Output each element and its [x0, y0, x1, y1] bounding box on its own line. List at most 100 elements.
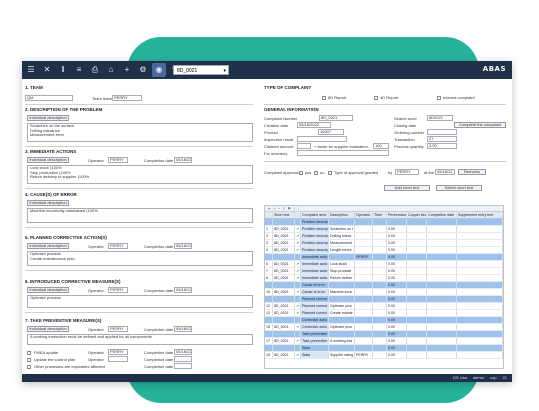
fmea-checkbox[interactable]: [27, 351, 31, 355]
approved-by-field[interactable]: PERRY: [395, 169, 419, 175]
other-processes-date-field[interactable]: [174, 363, 192, 369]
ordering-number-field[interactable]: [427, 129, 457, 135]
planned-operator-field[interactable]: PERRY: [108, 243, 128, 249]
table-row[interactable]: 4 8D_0021 ↗ Problem descrip Length errors 0.0…: [265, 247, 503, 254]
factor-field[interactable]: 100: [373, 143, 389, 149]
table-row[interactable]: Stats 0.00: [265, 345, 503, 352]
4d-report-checkbox[interactable]: [374, 96, 378, 100]
add-short-text-button[interactable]: Add short text: [384, 185, 430, 191]
approval-yes-checkbox[interactable]: [299, 171, 303, 175]
table-row[interactable]: 2 8D_0021 ↗ Problem descrip Drilling tolera 0…: [265, 233, 503, 240]
table-cell: [427, 352, 457, 358]
cause-textarea[interactable]: Machine incorrectly maintained (100%: [27, 208, 253, 223]
8d-report-checkbox[interactable]: [322, 96, 326, 100]
planned-description-button[interactable]: Individual description: [27, 243, 69, 249]
table-add-icon[interactable]: +: [274, 206, 276, 211]
add-icon[interactable]: +: [120, 63, 134, 77]
complete-complaint-button[interactable]: Complete the complaint: [454, 122, 506, 128]
table-row[interactable]: 17 8D_0021 ↗ Take preventive A working inst 0…: [265, 338, 503, 345]
print-icon[interactable]: ⎙: [88, 63, 102, 77]
approval-no-checkbox[interactable]: [314, 171, 318, 175]
planned-textarea[interactable]: Optimize process Create maintenance plan: [27, 251, 253, 266]
table-row[interactable]: 8 8D_0021 ↗ Immediate actio Return deliver 0.…: [265, 275, 503, 282]
cause-description-button[interactable]: Individual description: [27, 200, 69, 206]
control-plan-checkbox[interactable]: [27, 358, 31, 362]
complaint-number-field[interactable]: 8D_0021: [319, 115, 353, 121]
preventive-textarea[interactable]: A working instruction must be defined an…: [27, 334, 253, 345]
table-up-icon[interactable]: ↑: [293, 206, 295, 211]
internal-complaint-checkbox[interactable]: [437, 96, 441, 100]
table-row[interactable]: 13 8D_0021 ↗ Planned correct Create mainte 0.…: [265, 310, 503, 317]
problem-textarea[interactable]: Scratches on the surface Drilling tolera…: [27, 123, 253, 142]
table-down-icon[interactable]: ↓: [297, 206, 299, 211]
transaction-field[interactable]: 27: [427, 136, 457, 142]
planned-date-field[interactable]: 05/18/22: [174, 243, 192, 249]
view-icon[interactable]: ◉: [152, 63, 166, 77]
table-delete-icon[interactable]: −: [278, 206, 280, 211]
table-row[interactable]: 15 8D_0021 ↗ Corrective actio Optimize proc 0…: [265, 324, 503, 331]
table-row[interactable]: Cause of error 0.00: [265, 282, 503, 289]
team-field[interactable]: QM: [25, 95, 73, 101]
search-word-field[interactable]: 8D0021: [427, 115, 453, 121]
process-quantity-field[interactable]: 3.00: [427, 143, 457, 149]
fmea-operator-field[interactable]: PERRY: [108, 349, 128, 355]
product-field[interactable]: 10007: [318, 129, 344, 135]
team-leader-field[interactable]: PERRY: [112, 95, 142, 101]
control-plan-date-field[interactable]: [174, 356, 192, 362]
menu-icon[interactable]: ☰: [24, 63, 38, 77]
introduced-textarea[interactable]: Optimize process: [27, 295, 253, 308]
table-cell: Stats: [301, 352, 329, 358]
claimed-amount-field[interactable]: [297, 143, 311, 149]
introduced-description-button[interactable]: Individual description: [27, 287, 69, 293]
table-row[interactable]: 19 8D_0021 ↗ Stats Supplier rating PERRY 0.00: [265, 352, 503, 359]
remarks-button[interactable]: Remarks: [458, 169, 486, 175]
control-plan-operator-field[interactable]: [108, 356, 128, 362]
preventive-date-field[interactable]: 05/18/22: [174, 326, 192, 332]
introduced-operator-field[interactable]: PERRY: [108, 287, 128, 293]
list-icon[interactable]: ≡: [72, 63, 86, 77]
status-bar: DS Usa admin usp 21: [22, 374, 512, 382]
preventive-operator-field[interactable]: PERRY: [108, 326, 128, 332]
table-row[interactable]: 10 8D_0021 ↗ Cause of error Machine incor 0.0…: [265, 289, 503, 296]
close-icon[interactable]: ✕: [40, 63, 54, 77]
table-row[interactable]: Corrective actio 0.00: [265, 317, 503, 324]
table-first-icon[interactable]: ⇤: [268, 206, 271, 211]
immediate-description-button[interactable]: Individual description: [27, 157, 69, 163]
table-row[interactable]: Planned correct 0.00: [265, 296, 503, 303]
approval-date-field[interactable]: 05/18/22: [435, 169, 455, 175]
product-label: Product: [264, 130, 278, 135]
table-row[interactable]: 1 8D_0021 ↗ Problem descrip Scratches on t 0.…: [265, 226, 503, 233]
immediate-operator-field[interactable]: PERRY: [108, 157, 128, 163]
table-filter-icon[interactable]: ⚑: [287, 206, 291, 211]
creation-date-field[interactable]: 05/18/2022: [297, 122, 331, 128]
table-cell: [427, 310, 457, 316]
table-row[interactable]: Problem descrip: [265, 219, 503, 226]
for-inventory-label: For inventory: [264, 151, 288, 156]
table-row[interactable]: 7 8D_0021 ↗ Immediate actio Stop producti 0.0…: [265, 268, 503, 275]
8d-report-label: 8D Report: [328, 95, 347, 100]
table-row[interactable]: Take preventive 0.00: [265, 331, 503, 338]
table-list-icon[interactable]: ≡: [283, 206, 285, 211]
table-row[interactable]: 3 8D_0021 ↗ Problem descrip Measurement 0.00: [265, 240, 503, 247]
fmea-date-field[interactable]: 05/18/22: [174, 349, 192, 355]
record-select[interactable]: 8D_0021 ▾: [173, 65, 229, 75]
other-processes-checkbox[interactable]: [27, 365, 31, 369]
select-short-text-button[interactable]: Select short text: [436, 185, 482, 191]
settings-icon[interactable]: ⚙: [136, 63, 150, 77]
immediate-date-field[interactable]: 05/18/22: [174, 157, 192, 163]
inspection-result-field[interactable]: [297, 136, 347, 142]
immediate-textarea[interactable]: Lock stock (100% Stop production (100% R…: [27, 165, 253, 184]
table-cell: 0.00: [387, 331, 407, 337]
problem-description-button[interactable]: Individual description: [27, 115, 69, 121]
table-row[interactable]: Immediate actio PERRY 0.00: [265, 254, 503, 261]
for-inventory-field[interactable]: [297, 150, 389, 156]
pause-icon[interactable]: ‖: [56, 63, 70, 77]
introduced-date-field[interactable]: 05/18/22: [174, 287, 192, 293]
preventive-description-button[interactable]: Individual description: [27, 326, 69, 332]
approval-type-checkbox[interactable]: [328, 171, 332, 175]
home-icon[interactable]: ⌂: [104, 63, 118, 77]
transaction-label: Transaction: [394, 137, 415, 142]
immediate-heading: 3. IMMEDIATE ACTIONS: [25, 149, 77, 154]
table-row[interactable]: 6 8D_0021 ↗ Immediate actio Lock stock 0.00: [265, 261, 503, 268]
table-row[interactable]: 12 8D_0021 ↗ Planned correct Optimize proc 0.…: [265, 303, 503, 310]
